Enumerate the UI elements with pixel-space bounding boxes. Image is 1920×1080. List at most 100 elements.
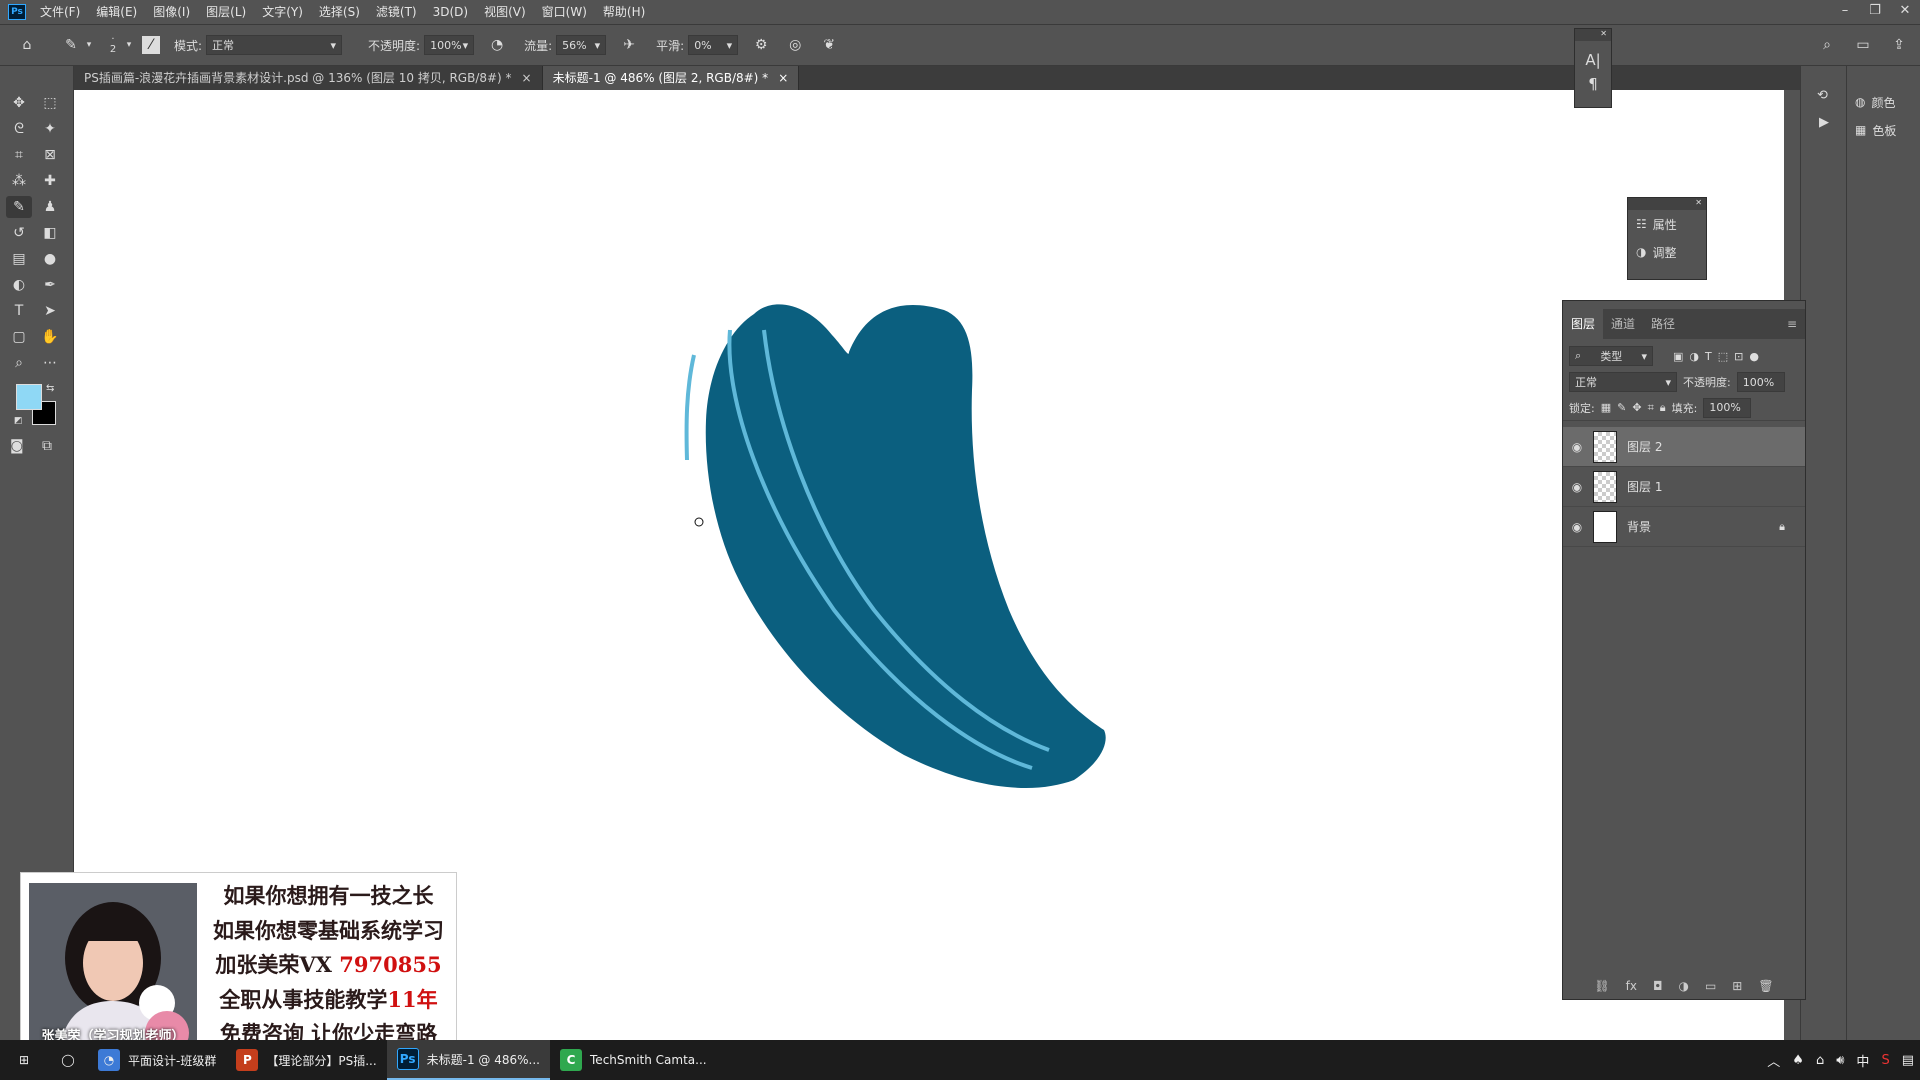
menu-type[interactable]: 文字(Y) [256, 0, 313, 24]
link-icon[interactable]: ⛓ [1594, 979, 1609, 993]
clone-stamp-tool-icon[interactable]: ♟ [37, 196, 63, 218]
blend-mode-select[interactable]: 正常 ▾ [1569, 372, 1677, 392]
properties-button[interactable]: ☷ 属性 [1628, 210, 1706, 238]
tab-channels[interactable]: 通道 [1603, 309, 1643, 339]
trash-icon[interactable]: 🗑︎ [1758, 979, 1773, 993]
menu-help[interactable]: 帮助(H) [597, 0, 655, 24]
menu-filter[interactable]: 滤镜(T) [370, 0, 427, 24]
swatches-panel-button[interactable]: ▦ 色板 [1847, 116, 1920, 144]
tab-document-1[interactable]: PS插画篇-浪漫花卉插画背景素材设计.psd @ 136% (图层 10 拷贝,… [74, 66, 543, 90]
smooth-field[interactable]: 0% ▾ [688, 35, 739, 55]
workspace-icon[interactable]: ▭ [1852, 34, 1874, 56]
move-tool-icon[interactable]: ✥ [6, 92, 32, 114]
taskbar-item-powerpoint[interactable]: P 【理论部分】PS插... [226, 1040, 386, 1080]
lasso-tool-icon[interactable]: ᘓ [6, 118, 32, 140]
default-colors-icon[interactable]: ◩ [14, 416, 23, 426]
dodge-tool-icon[interactable]: ◐ [6, 274, 32, 296]
layer-row-1[interactable]: ◉ 图层 1 [1563, 467, 1805, 507]
adjustment-icon[interactable]: ◑ [1678, 979, 1688, 993]
home-icon[interactable]: ⌂ [16, 34, 38, 56]
layer-name[interactable]: 背景 [1627, 518, 1651, 535]
eyedropper-tool-icon[interactable]: ⁂ [6, 170, 32, 192]
lock-artboard-icon[interactable]: ⌗ [1648, 401, 1654, 415]
healing-brush-tool-icon[interactable]: ✚ [37, 170, 63, 192]
layer-opacity-field[interactable]: 100% [1736, 372, 1785, 392]
layer-name[interactable]: 图层 1 [1627, 478, 1662, 495]
close-icon[interactable]: ✕ [1628, 198, 1706, 210]
fill-field[interactable]: 100% [1703, 397, 1752, 418]
close-icon[interactable]: ✕ [1575, 29, 1611, 41]
mode-select[interactable]: 正常 ▾ [206, 35, 343, 55]
pressure-size-icon[interactable]: ◎ [784, 34, 806, 56]
blur-tool-icon[interactable]: ● [37, 248, 63, 270]
taskbar-item-photoshop[interactable]: Ps 未标题-1 @ 486%... [386, 1040, 551, 1080]
eye-icon[interactable]: ◉ [1563, 440, 1591, 454]
filter-type-icon[interactable]: T [1705, 350, 1712, 363]
chevron-down-icon[interactable]: ▾ [122, 34, 136, 56]
notification-icon[interactable]: ▤ [1902, 1053, 1914, 1068]
character-icon[interactable]: A| [1575, 51, 1611, 69]
brush-panel-icon[interactable]: ⁄ [142, 36, 160, 54]
menu-window[interactable]: 窗口(W) [536, 0, 597, 24]
filter-pixel-icon[interactable]: ▣ [1673, 350, 1683, 363]
eraser-tool-icon[interactable]: ◧ [37, 222, 63, 244]
menu-select[interactable]: 选择(S) [313, 0, 370, 24]
history-brush-tool-icon[interactable]: ↺ [6, 222, 32, 244]
screen-mode-icon[interactable]: ⧉ [42, 438, 52, 454]
lock-all-icon[interactable]: 🔒︎ [1660, 401, 1666, 415]
tab-document-2[interactable]: 未标题-1 @ 486% (图层 2, RGB/8#) * × [542, 66, 800, 90]
tab-layers[interactable]: 图层 [1563, 309, 1604, 339]
windows-start-icon[interactable]: ⊞ [0, 1040, 48, 1080]
swap-colors-icon[interactable]: ⇆ [46, 383, 54, 394]
input-method-icon[interactable]: S [1881, 1053, 1889, 1068]
flow-field[interactable]: 56% ▾ [556, 35, 607, 55]
menu-3d[interactable]: 3D(D) [427, 0, 478, 24]
paragraph-icon[interactable]: ¶ [1575, 75, 1611, 93]
quick-mask-icon[interactable]: ◙ [10, 438, 24, 454]
frame-tool-icon[interactable]: ⊠ [37, 144, 63, 166]
shape-tool-icon[interactable]: ▢ [6, 326, 32, 348]
hand-tool-icon[interactable]: ✋ [37, 326, 63, 348]
adjustments-button[interactable]: ◑ 调整 [1628, 238, 1706, 266]
color-panel-button[interactable]: ◍ 颜色 [1847, 88, 1920, 116]
panel-menu-icon[interactable]: ≡ [1779, 309, 1805, 339]
brush-size-preview[interactable]: · 2 [104, 35, 122, 55]
chevron-up-icon[interactable]: ︿ [1767, 1051, 1780, 1070]
share-icon[interactable]: ⇪ [1888, 34, 1910, 56]
restore-icon[interactable]: ❐ [1860, 0, 1890, 24]
opacity-field[interactable]: 100% ▾ [424, 35, 475, 55]
brush-tool-icon[interactable]: ✎ [6, 196, 32, 218]
crop-tool-icon[interactable]: ⌗ [6, 144, 32, 166]
layer-row-2[interactable]: ◉ 图层 2 [1563, 427, 1805, 467]
symmetry-icon[interactable]: ❦ [818, 34, 840, 56]
lock-transparent-icon[interactable]: ▦ [1601, 401, 1611, 414]
eye-icon[interactable]: ◉ [1563, 480, 1591, 494]
close-icon[interactable]: × [778, 66, 788, 90]
brush-preset-icon[interactable]: ✎ [60, 34, 82, 56]
menu-edit[interactable]: 编辑(E) [90, 0, 147, 24]
gear-icon[interactable]: ⚙ [750, 34, 772, 56]
zoom-tool-icon[interactable]: ⌕ [6, 352, 32, 374]
eye-icon[interactable]: ◉ [1563, 520, 1591, 534]
magic-wand-tool-icon[interactable]: ✦ [37, 118, 63, 140]
filter-adjustment-icon[interactable]: ◑ [1689, 350, 1699, 363]
foreground-color-swatch[interactable] [16, 384, 42, 410]
path-selection-tool-icon[interactable]: ➤ [37, 300, 63, 322]
tab-paths[interactable]: 路径 [1643, 309, 1683, 339]
network-icon[interactable]: ⌂ [1816, 1053, 1824, 1068]
layer-name[interactable]: 图层 2 [1627, 438, 1662, 455]
app-tray-icon[interactable]: ♠ [1792, 1053, 1804, 1068]
more-tools-icon[interactable]: ⋯ [37, 352, 63, 374]
volume-icon[interactable]: 🔊︎ [1836, 1053, 1844, 1068]
folder-icon[interactable]: ▭ [1705, 979, 1716, 993]
menu-view[interactable]: 视图(V) [478, 0, 536, 24]
browser-icon[interactable]: ◯ [48, 1040, 88, 1080]
fx-icon[interactable]: fx [1626, 979, 1637, 993]
pen-tool-icon[interactable]: ✒ [37, 274, 63, 296]
layer-row-background[interactable]: ◉ 背景 🔒︎ [1563, 507, 1805, 547]
gradient-tool-icon[interactable]: ▤ [6, 248, 32, 270]
filter-smart-object-icon[interactable]: ⊡ [1734, 350, 1743, 363]
minimize-icon[interactable]: – [1830, 0, 1860, 24]
search-icon[interactable]: ⌕ [1816, 34, 1838, 56]
new-layer-icon[interactable]: ⊞ [1732, 979, 1742, 993]
